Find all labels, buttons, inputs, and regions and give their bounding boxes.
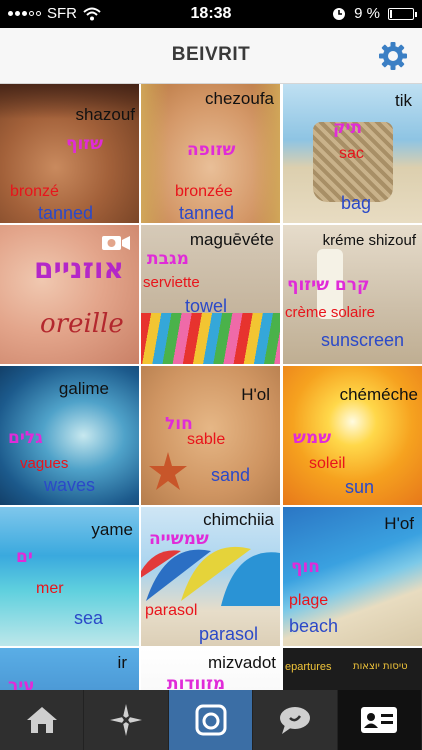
tile-ir[interactable]: ir עיר: [0, 648, 139, 690]
tile-english: waves: [44, 475, 96, 495]
tile-sign-hebrew: טיסות יוצאות: [353, 661, 408, 672]
tile-hebrew: קרם שיזוף: [287, 275, 370, 295]
explore-star-icon: [110, 704, 143, 736]
tile-mizvadot[interactable]: mizvadot מזוודות: [141, 648, 280, 690]
status-bar: SFR 18:38 9 %: [0, 0, 422, 28]
tile-chemeche[interactable]: chéméche שמש soleil sun: [283, 366, 422, 505]
tile-transliteration: kréme shizouf: [322, 232, 416, 249]
tile-french: serviette: [143, 274, 200, 291]
home-icon: [26, 707, 57, 733]
tile-english: sand: [211, 465, 251, 485]
tile-english: bag: [341, 193, 372, 213]
tile-chimchiia[interactable]: chimchiia שמשייה parasol parasol: [141, 507, 280, 646]
tile-english: sun: [345, 477, 375, 497]
tab-activity[interactable]: [253, 690, 338, 750]
tile-transliteration: chéméche: [339, 385, 418, 404]
tile-photo-towel: [141, 313, 280, 364]
tile-hebrew: מגבת: [147, 249, 189, 269]
tile-hebrew: חוף: [291, 557, 320, 577]
tile-english: parasol: [199, 624, 259, 644]
photo-grid: shazouf שזוף bronzé tanned chezoufa שזופ…: [0, 84, 422, 690]
tile-tik[interactable]: tik תיק sac bag: [283, 84, 422, 223]
tile-english: beach: [289, 616, 339, 636]
app-title: BEIVRIT: [171, 44, 251, 65]
tile-maguevete[interactable]: maguēvéte מגבת serviette towel: [141, 225, 280, 364]
tile-departures[interactable]: epartures טיסות יוצאות: [283, 648, 422, 690]
profile-card-icon: [361, 707, 398, 733]
tile-transliteration: yame: [91, 520, 133, 539]
tab-home[interactable]: [0, 690, 85, 750]
tile-english: tanned: [179, 203, 235, 223]
tile-galime[interactable]: galime גלים vagues waves: [0, 366, 139, 505]
tile-french: bronzée: [175, 183, 233, 200]
tile-hebrew: מזוודות: [167, 674, 226, 691]
tile-transliteration: maguēvéte: [189, 230, 274, 249]
speech-bubble-icon: [279, 707, 310, 734]
tab-camera[interactable]: [168, 690, 254, 750]
tile-french: mer: [36, 580, 64, 597]
tile-french: plage: [289, 592, 329, 609]
tile-transliteration: galime: [58, 379, 109, 398]
app-header: BEIVRIT: [0, 28, 422, 84]
status-right-group: 9 %: [332, 5, 417, 22]
video-camera-icon: [102, 236, 130, 250]
gear-icon[interactable]: [378, 41, 408, 71]
tab-profile[interactable]: [337, 690, 422, 750]
tile-transliteration: tik: [395, 91, 412, 110]
tile-sign-text: epartures: [285, 661, 332, 673]
tile-hebrew: גלים: [8, 428, 43, 448]
tile-transliteration: H'ol: [241, 385, 270, 404]
tile-hebrew: שמש: [293, 428, 332, 448]
tile-french: bronzé: [10, 183, 59, 200]
tile-hof[interactable]: H'of חוף plage beach: [283, 507, 422, 646]
tile-transliteration: mizvadot: [207, 653, 276, 672]
tile-yame[interactable]: yame ים mer sea: [0, 507, 139, 646]
tile-transliteration: ir: [117, 653, 127, 672]
tile-hebrew: שזוף: [66, 134, 104, 154]
tile-oreille[interactable]: אוזניים oreille: [0, 225, 139, 364]
tab-bar: [0, 690, 422, 750]
battery-percent: 9 %: [354, 5, 380, 22]
tile-english: towel: [185, 296, 228, 316]
camera-icon: [195, 704, 227, 736]
tile-french: vagues: [20, 455, 69, 472]
tile-hebrew: עיר: [8, 676, 35, 691]
tile-kreme-shizouf[interactable]: kréme shizouf קרם שיזוף crème solaire su…: [283, 225, 422, 364]
tile-french: crème solaire: [285, 304, 376, 321]
tile-french: soleil: [309, 455, 346, 472]
tile-chezoufa[interactable]: chezoufa שזופה bronzée tanned: [141, 84, 280, 223]
tile-english: sunscreen: [321, 330, 405, 350]
tile-french: sac: [339, 145, 364, 162]
tile-hebrew: שמשייה: [149, 529, 209, 549]
tile-transliteration: shazouf: [75, 105, 135, 124]
tile-hol[interactable]: H'ol חול sable sand: [141, 366, 280, 505]
starfish-icon: [149, 452, 187, 490]
tile-english: tanned: [38, 203, 94, 223]
tile-french: oreille: [40, 309, 124, 339]
tile-hebrew: תיק: [333, 118, 363, 138]
tile-hebrew: שזופה: [187, 140, 236, 160]
tile-hebrew: אוזניים: [34, 252, 124, 285]
battery-icon: [388, 7, 417, 20]
tile-french: parasol: [145, 602, 198, 619]
tile-hebrew: ים: [16, 547, 33, 567]
tile-transliteration: chimchiia: [203, 510, 274, 529]
battery-fill: [390, 9, 392, 18]
tile-transliteration: H'of: [384, 514, 414, 533]
tile-shazouf[interactable]: shazouf שזוף bronzé tanned: [0, 84, 139, 223]
tab-explore[interactable]: [84, 690, 169, 750]
tile-transliteration: chezoufa: [205, 89, 274, 108]
tile-french: sable: [187, 431, 226, 448]
alarm-clock-icon: [333, 7, 346, 20]
tile-english: sea: [74, 608, 104, 628]
